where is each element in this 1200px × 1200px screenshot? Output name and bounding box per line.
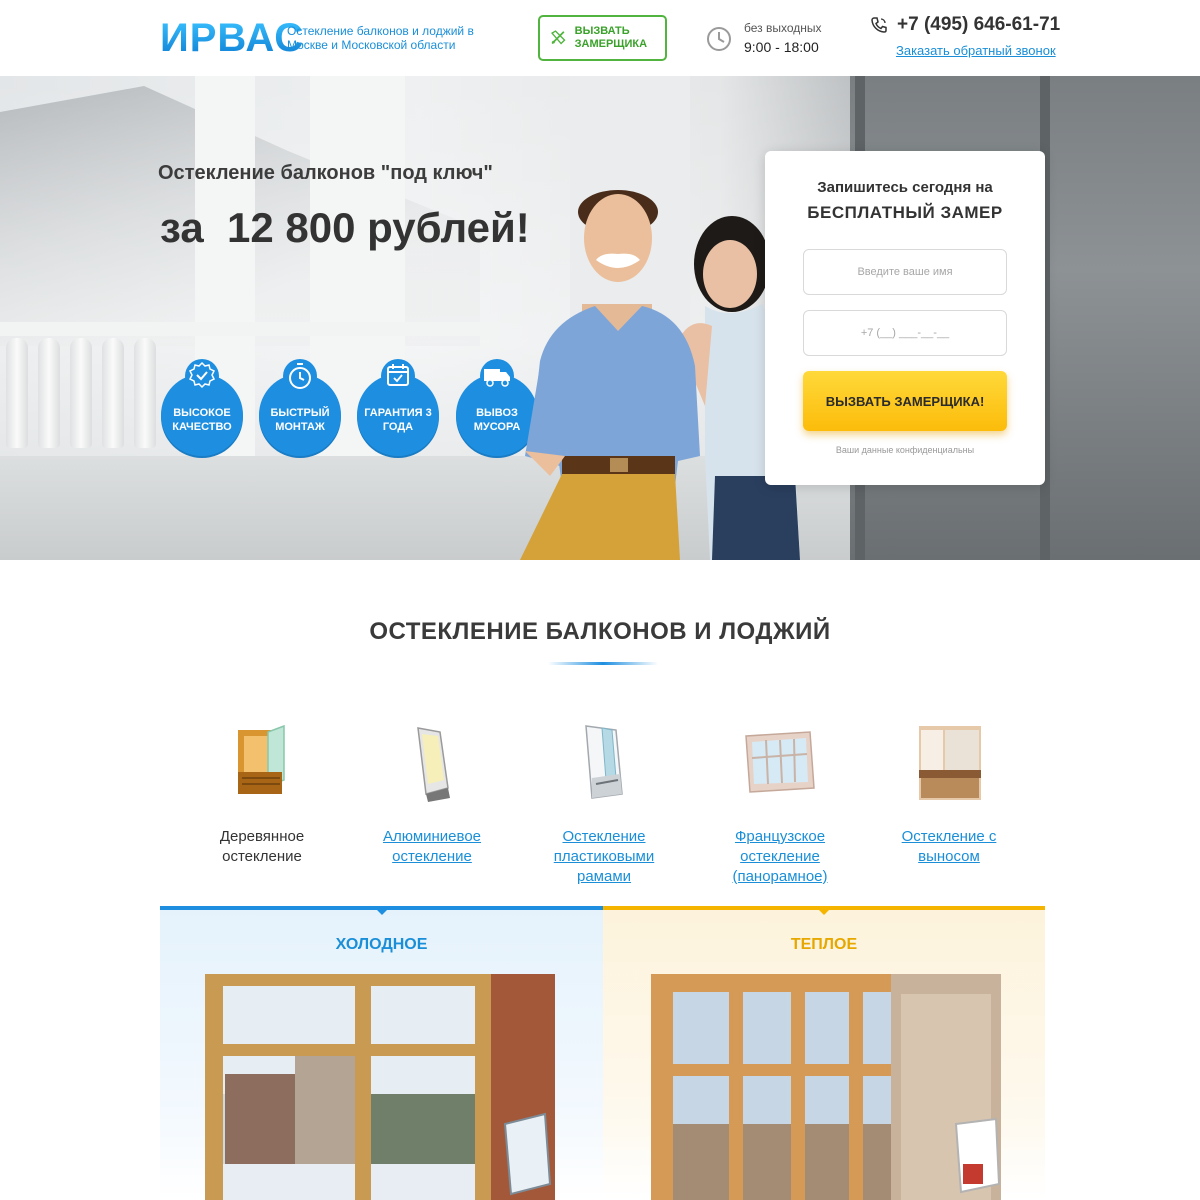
plastic-frame-image	[585, 725, 623, 799]
type-label[interactable]: Французское остекление (панорамное)	[710, 827, 850, 887]
type-wooden[interactable]: Деревянное остекление	[192, 722, 332, 867]
privacy-note: Ваши данные конфиденциальны	[835, 445, 975, 455]
tab-cold-label: ХОЛОДНОЕ	[335, 936, 428, 953]
type-plastic[interactable]: Остекление пластиковыми рамами	[534, 722, 674, 887]
hero-subtitle: Остекление балконов "под ключ"	[158, 162, 493, 184]
calendar-icon	[381, 359, 415, 393]
site-header: ИРВАС Остекление балконов и лоджий в Мос…	[0, 0, 1200, 76]
feature-label: Гарантия 3 года	[364, 407, 432, 433]
callback-link[interactable]: Заказать обратный звонок	[896, 43, 1056, 58]
free-measurement-form: Запишитесь сегодня на БЕСПЛАТНЫЙ ЗАМЕР В…	[765, 151, 1045, 485]
phone-block: +7 (495) 646-61-71	[870, 14, 1060, 36]
feature-quality: Высокое качество	[161, 359, 243, 456]
warm-glazing-photo	[651, 974, 1001, 1200]
working-hours: без выходных 9:00 - 18:00	[706, 20, 822, 56]
phone-number[interactable]: +7 (495) 646-61-71	[897, 14, 1060, 36]
tab-warm-label: ТЕПЛОЕ	[790, 936, 858, 953]
type-label[interactable]: Остекление пластиковыми рамами	[534, 827, 674, 887]
type-extended[interactable]: Остекление с выносом	[879, 722, 1019, 867]
section-divider	[548, 662, 658, 665]
section-title: ОСТЕКЛЕНИЕ БАЛКОНОВ И ЛОДЖИЙ	[369, 618, 831, 645]
clock-icon	[707, 27, 731, 51]
hours-label: без выходных	[744, 21, 822, 35]
logo[interactable]: ИРВАС	[160, 18, 304, 58]
tagline: Остекление балконов и лоджий в Москве и …	[287, 24, 474, 52]
type-label: Деревянное остекление	[219, 828, 305, 865]
type-label[interactable]: Остекление с выносом	[879, 827, 1019, 867]
badge-check-icon	[185, 359, 219, 393]
wooden-frame-image	[238, 724, 285, 794]
call-surveyor-label: Вызвать замерщика	[574, 25, 648, 50]
call-surveyor-button[interactable]: Вызвать замерщика	[538, 15, 667, 61]
name-input[interactable]	[803, 249, 1007, 295]
phone-input[interactable]	[803, 310, 1007, 356]
feature-label: Быстрый монтаж	[270, 407, 330, 433]
feature-label: Высокое качество	[172, 407, 232, 433]
feature-fast-install: Быстрый монтаж	[259, 359, 341, 456]
cold-glazing-photo	[205, 974, 555, 1200]
aluminium-frame-image	[417, 727, 450, 802]
type-label[interactable]: Алюминиевое остекление	[362, 827, 502, 867]
feature-warranty: Гарантия 3 года	[357, 359, 439, 456]
hero-banner: Остекление балконов "под ключ" за 12 800…	[0, 76, 1200, 560]
hours-value: 9:00 - 18:00	[744, 39, 819, 55]
french-glazing-image	[745, 731, 815, 793]
clock-icon	[283, 359, 317, 393]
type-french[interactable]: Французское остекление (панорамное)	[710, 722, 850, 887]
submit-button[interactable]: ВЫЗВАТЬ ЗАМЕРЩИКА!	[803, 371, 1007, 431]
hero-title: за 12 800 рублей!	[160, 204, 530, 251]
type-aluminium[interactable]: Алюминиевое остекление	[362, 722, 502, 867]
tab-warm[interactable]: ТЕПЛОЕ	[603, 906, 1045, 1200]
form-title-accent: БЕСПЛАТНЫЙ ЗАМЕР	[807, 203, 1003, 222]
couple-photo	[520, 190, 800, 560]
phone-icon	[871, 17, 887, 33]
balcony-rail	[0, 322, 500, 336]
extended-balcony-image	[919, 726, 981, 800]
form-title: Запишитесь сегодня на	[817, 179, 993, 196]
tools-icon	[551, 30, 566, 45]
tab-cold[interactable]: ХОЛОДНОЕ	[160, 906, 603, 1200]
